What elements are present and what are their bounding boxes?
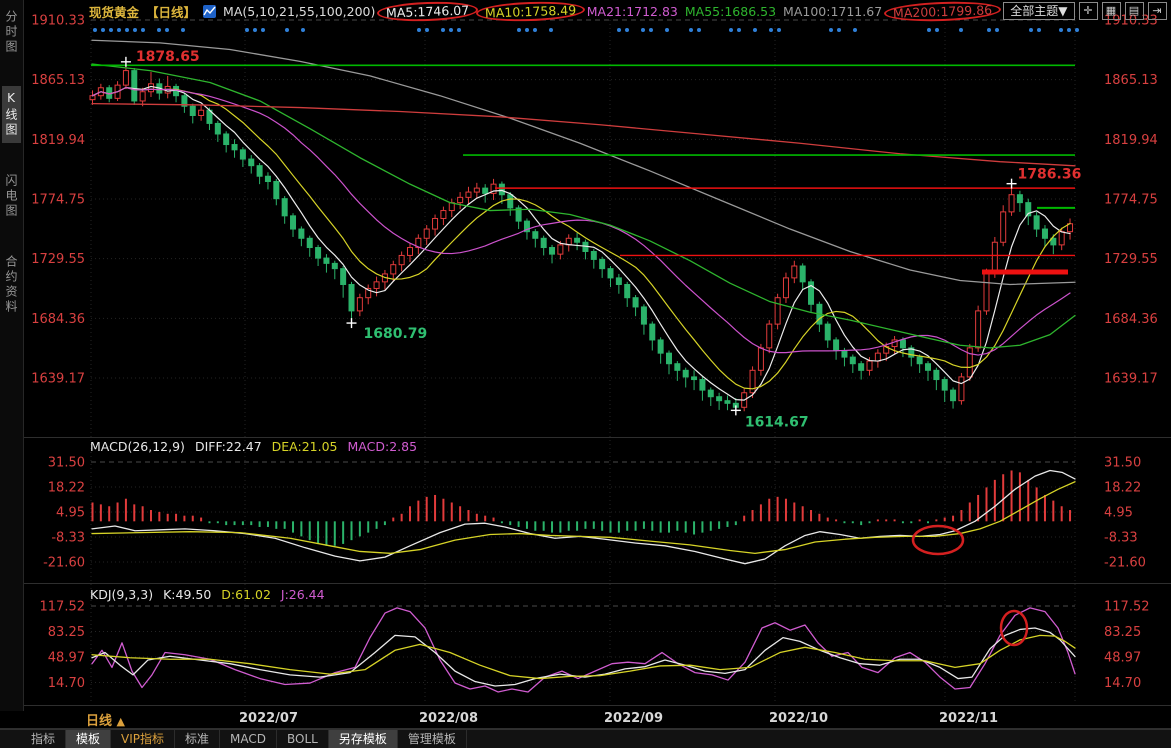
- svg-text:4.95: 4.95: [56, 505, 85, 520]
- svg-text:2022/09: 2022/09: [604, 711, 663, 726]
- ma5-value: MA5:1746.07: [377, 0, 479, 22]
- period-selector[interactable]: 日线 ▲: [86, 710, 125, 729]
- svg-text:2022/08: 2022/08: [419, 711, 478, 726]
- svg-text:1910.33: 1910.33: [31, 14, 85, 29]
- candles-layer: [90, 40, 1075, 411]
- ma10-value: MA10:1758.49: [475, 0, 585, 22]
- svg-text:1684.36: 1684.36: [31, 312, 85, 327]
- sidebar-item-time-chart[interactable]: 分时图: [2, 5, 21, 60]
- chart-type-sidebar: 分时图 K线图 闪电图 合约资料: [0, 0, 24, 711]
- grid-chart-icon[interactable]: ▦: [1102, 2, 1121, 20]
- svg-text:1729.55: 1729.55: [31, 252, 85, 267]
- svg-text:1639.17: 1639.17: [1104, 372, 1158, 387]
- tab-indicators[interactable]: 指标: [21, 730, 66, 748]
- svg-text:1819.94: 1819.94: [31, 133, 85, 148]
- symbol-name: 现货黄金: [89, 2, 139, 21]
- svg-text:117.52: 117.52: [1104, 600, 1150, 615]
- macd-dea-value: DEA:21.05: [272, 439, 338, 454]
- svg-text:1878.65: 1878.65: [136, 49, 200, 65]
- svg-text:2022/10: 2022/10: [769, 711, 828, 726]
- svg-text:1865.13: 1865.13: [31, 73, 85, 88]
- ma200-value: MA200:1799.86: [884, 0, 1002, 23]
- crosshair-icon[interactable]: ✛: [1079, 2, 1098, 20]
- svg-text:31.50: 31.50: [1104, 456, 1141, 471]
- svg-text:83.25: 83.25: [48, 625, 85, 640]
- kdj-header: KDJ(9,3,3) K:49.50 D:61.02 J:26.44: [90, 587, 325, 602]
- svg-text:48.97: 48.97: [48, 651, 85, 666]
- svg-text:48.97: 48.97: [1104, 651, 1141, 666]
- svg-text:2022/11: 2022/11: [939, 711, 998, 726]
- chart-canvas[interactable]: 1910.331910.331865.131865.131819.941819.…: [0, 0, 1171, 747]
- sidebar-item-lightning-chart[interactable]: 闪电图: [2, 169, 21, 224]
- grid-layer: 1910.331910.331865.131865.131819.941819.…: [0, 14, 1171, 729]
- svg-text:1614.67: 1614.67: [745, 414, 809, 430]
- tab-standard[interactable]: 标准: [175, 730, 220, 748]
- ma100-value: MA100:1711.67: [783, 4, 882, 19]
- svg-text:1680.79: 1680.79: [364, 326, 428, 342]
- header-toolbar: 全部主题▼ ✛ ▦ ▤ ⇥: [1003, 2, 1166, 20]
- kdj-j-value: J:26.44: [281, 587, 325, 602]
- svg-text:-21.60: -21.60: [43, 555, 85, 570]
- svg-text:1639.17: 1639.17: [31, 372, 85, 387]
- tab-templates[interactable]: 模板: [66, 730, 111, 748]
- ma-params-label: MA(5,10,21,55,100,200): [223, 4, 375, 19]
- svg-text:1774.75: 1774.75: [1104, 193, 1158, 208]
- chevron-up-icon: ▲: [117, 715, 125, 728]
- svg-text:18.22: 18.22: [1104, 481, 1141, 496]
- svg-text:117.52: 117.52: [40, 600, 86, 615]
- svg-text:18.22: 18.22: [48, 481, 85, 496]
- theme-dropdown[interactable]: 全部主题▼: [1003, 2, 1074, 20]
- ma21-value: MA21:1712.83: [587, 4, 678, 19]
- chart-header: 现货黄金 【日线】 MA(5,10,21,55,100,200) MA5:174…: [89, 1, 1169, 21]
- svg-text:14.70: 14.70: [1104, 676, 1141, 691]
- macd-header: MACD(26,12,9) DIFF:22.47 DEA:21.05 MACD:…: [90, 439, 417, 454]
- kdj-title: KDJ(9,3,3): [90, 587, 153, 602]
- period-indicator: 【日线】: [146, 2, 196, 21]
- svg-text:14.70: 14.70: [48, 676, 85, 691]
- tab-manage-templates[interactable]: 管理模板: [398, 730, 467, 748]
- collapse-panel-icon[interactable]: ⇥: [1148, 2, 1167, 20]
- sidebar-item-contract-info[interactable]: 合约资料: [2, 250, 21, 320]
- svg-text:1865.13: 1865.13: [1104, 73, 1158, 88]
- tab-save-template[interactable]: 另存模板: [329, 730, 398, 748]
- sidebar-item-kline-chart[interactable]: K线图: [2, 86, 21, 143]
- svg-text:1729.55: 1729.55: [1104, 252, 1158, 267]
- period-label-text: 日线: [86, 714, 112, 729]
- svg-text:4.95: 4.95: [1104, 505, 1133, 520]
- svg-text:-21.60: -21.60: [1104, 555, 1146, 570]
- svg-text:2022/07: 2022/07: [239, 711, 298, 726]
- macd-title: MACD(26,12,9): [90, 439, 185, 454]
- macd-macd-value: MACD:2.85: [348, 439, 418, 454]
- svg-text:31.50: 31.50: [48, 456, 85, 471]
- ma55-value: MA55:1686.53: [685, 4, 776, 19]
- svg-text:-8.33: -8.33: [51, 531, 85, 546]
- tab-vip-indicators[interactable]: VIP指标: [111, 730, 175, 748]
- kdj-k-value: K:49.50: [163, 587, 211, 602]
- tab-boll[interactable]: BOLL: [277, 730, 329, 748]
- kline-mini-icon: [203, 5, 216, 18]
- indicator-layer: [92, 470, 1075, 691]
- panel-chart-icon[interactable]: ▤: [1125, 2, 1144, 20]
- svg-text:1819.94: 1819.94: [1104, 133, 1158, 148]
- svg-text:1774.75: 1774.75: [31, 193, 85, 208]
- macd-diff-value: DIFF:22.47: [195, 439, 262, 454]
- indicator-tab-bar: 指标 模板 VIP指标 标准 MACD BOLL 另存模板 管理模板: [0, 729, 1171, 748]
- svg-text:83.25: 83.25: [1104, 625, 1141, 640]
- svg-text:1684.36: 1684.36: [1104, 312, 1158, 327]
- svg-text:-8.33: -8.33: [1104, 531, 1138, 546]
- kdj-d-value: D:61.02: [221, 587, 271, 602]
- highlight-circle: [913, 526, 963, 554]
- tab-macd[interactable]: MACD: [220, 730, 277, 748]
- svg-text:1786.36: 1786.36: [1018, 167, 1082, 183]
